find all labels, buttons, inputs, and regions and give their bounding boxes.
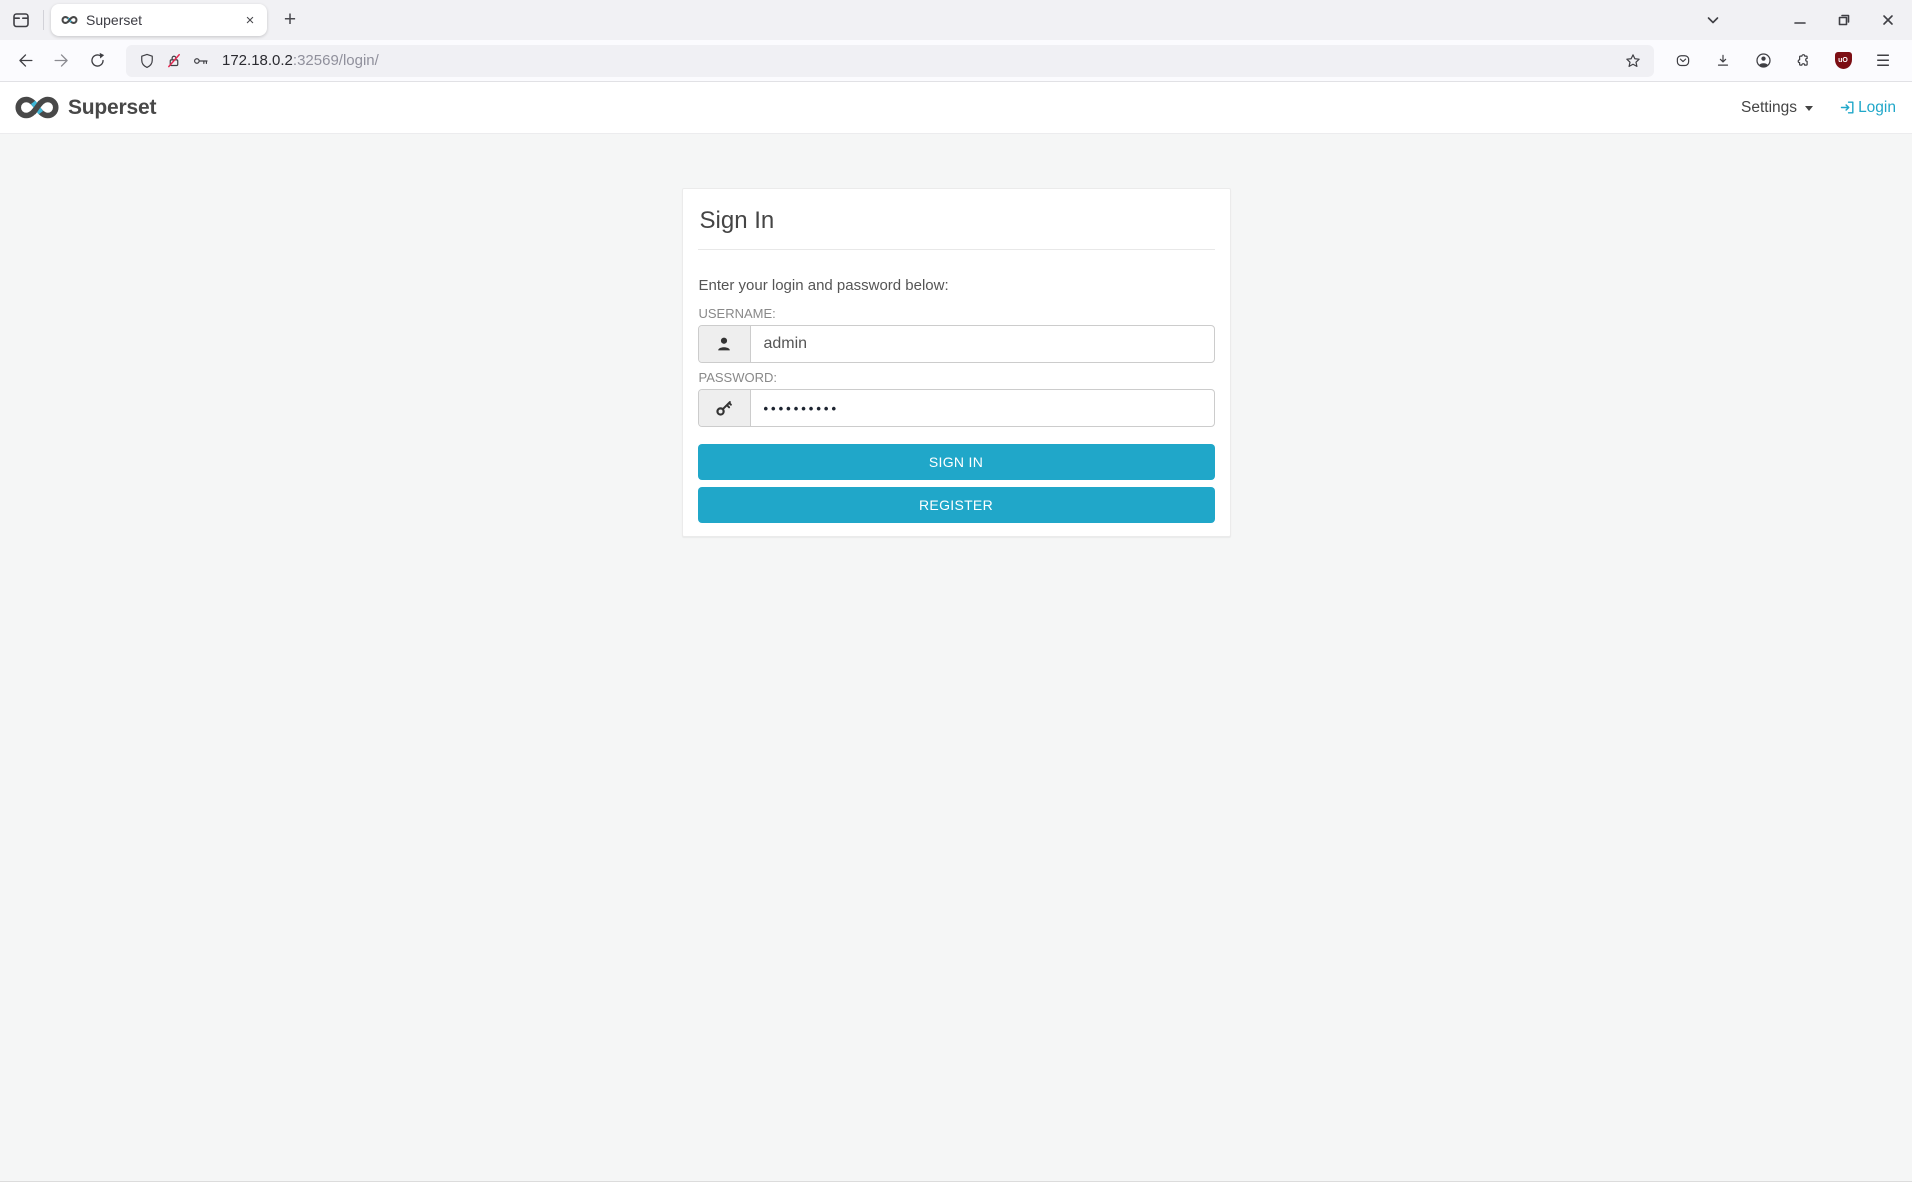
forward-arrow-icon bbox=[52, 51, 71, 70]
username-input[interactable] bbox=[750, 326, 1214, 362]
reload-button[interactable] bbox=[82, 46, 112, 76]
window-controls bbox=[1786, 6, 1902, 34]
sign-in-arrow-icon bbox=[1839, 99, 1856, 116]
password-label: PASSWORD: bbox=[698, 370, 778, 385]
browser-tab-bar: Superset × + bbox=[0, 0, 1912, 40]
register-button[interactable]: REGISTER bbox=[697, 487, 1215, 523]
brand-name: Superset bbox=[68, 95, 157, 119]
firefox-view-icon bbox=[11, 10, 31, 30]
superset-favicon bbox=[61, 15, 78, 25]
browser-toolbar: 172.18.0.2:32569/login/ uO ☰ bbox=[0, 40, 1912, 82]
ublock-origin-icon: uO bbox=[1834, 52, 1852, 69]
superset-brand[interactable]: Superset bbox=[14, 95, 156, 120]
back-button[interactable] bbox=[10, 46, 40, 76]
download-icon bbox=[1714, 52, 1732, 70]
firefox-view-button[interactable] bbox=[6, 5, 36, 35]
login-label: Login bbox=[1858, 98, 1896, 116]
settings-label: Settings bbox=[1741, 98, 1798, 116]
card-title: Sign In bbox=[699, 207, 775, 234]
footer-strip bbox=[0, 1181, 1912, 1194]
puzzle-icon bbox=[1794, 52, 1812, 70]
key-icon bbox=[714, 398, 734, 418]
saved-login-key-icon[interactable] bbox=[192, 52, 210, 70]
login-page: Sign In Enter your login and password be… bbox=[0, 134, 1912, 1181]
chevron-down-icon bbox=[1705, 12, 1721, 28]
browser-tab-superset[interactable]: Superset × bbox=[51, 4, 267, 36]
username-addon bbox=[698, 326, 751, 362]
url-bar[interactable]: 172.18.0.2:32569/login/ bbox=[126, 44, 1654, 77]
form-instruction: Enter your login and password below: bbox=[698, 277, 949, 294]
app-menu-button[interactable]: ☰ bbox=[1868, 46, 1898, 76]
tab-title: Superset bbox=[86, 12, 143, 28]
forward-button[interactable] bbox=[46, 46, 76, 76]
sign-in-button[interactable]: SIGN IN bbox=[697, 444, 1215, 480]
sign-in-card: Sign In Enter your login and password be… bbox=[681, 188, 1231, 537]
toolbar-extension-icons: uO ☰ bbox=[1668, 46, 1898, 76]
ublock-button[interactable]: uO bbox=[1828, 46, 1858, 76]
superset-logo-icon bbox=[14, 95, 60, 120]
username-label: USERNAME: bbox=[698, 306, 776, 321]
pocket-button[interactable] bbox=[1668, 46, 1698, 76]
back-arrow-icon bbox=[16, 51, 35, 70]
tracking-shield-icon[interactable] bbox=[138, 52, 156, 70]
password-addon bbox=[698, 390, 751, 426]
url-path: :32569/login/ bbox=[292, 52, 379, 69]
username-input-group bbox=[697, 325, 1215, 363]
list-tabs-button[interactable] bbox=[1698, 5, 1728, 35]
tabbar-separator bbox=[43, 10, 44, 30]
caret-down-icon bbox=[1805, 106, 1814, 111]
window-restore-button[interactable] bbox=[1830, 6, 1858, 34]
settings-menu[interactable]: Settings bbox=[1741, 98, 1814, 117]
account-icon bbox=[1754, 51, 1773, 70]
bookmark-star-icon[interactable] bbox=[1624, 52, 1642, 70]
nav-buttons bbox=[10, 46, 112, 76]
url-text: 172.18.0.2:32569/login/ bbox=[222, 52, 379, 69]
password-input[interactable] bbox=[750, 390, 1214, 426]
downloads-button[interactable] bbox=[1708, 46, 1738, 76]
pocket-icon bbox=[1674, 52, 1692, 70]
window-minimize-button[interactable] bbox=[1786, 6, 1814, 34]
new-tab-button[interactable]: + bbox=[275, 5, 305, 35]
navbar-right: Settings Login bbox=[1741, 99, 1896, 117]
tabbar-right-controls bbox=[1698, 5, 1902, 35]
tab-close-button[interactable]: × bbox=[239, 9, 261, 31]
password-input-group bbox=[697, 389, 1215, 427]
extensions-button[interactable] bbox=[1788, 46, 1818, 76]
window-close-button[interactable] bbox=[1874, 6, 1902, 34]
url-host: 172.18.0.2 bbox=[222, 52, 293, 69]
user-icon bbox=[714, 334, 734, 354]
login-link[interactable]: Login bbox=[1839, 99, 1896, 117]
account-button[interactable] bbox=[1748, 46, 1778, 76]
superset-navbar: Superset Settings Login bbox=[0, 82, 1912, 134]
reload-icon bbox=[88, 51, 107, 70]
sign-in-form: Enter your login and password below: USE… bbox=[697, 250, 1215, 523]
insecure-lock-icon[interactable] bbox=[165, 52, 183, 70]
